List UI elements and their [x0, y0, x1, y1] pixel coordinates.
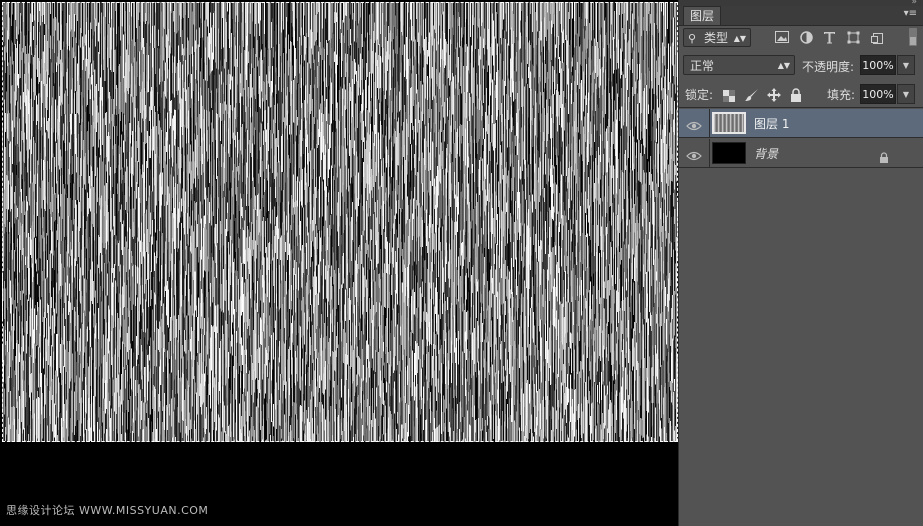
panel-tab-row: 图层 ▾≡ [679, 6, 923, 26]
layer-name[interactable]: 图层 1 [754, 115, 789, 132]
opacity-label: 不透明度: [802, 60, 855, 74]
watermark-text: 思缘设计论坛 WWW.MISSYUAN.COM [6, 504, 209, 517]
blend-mode-select[interactable]: 正常 ▲▼ [683, 55, 795, 75]
fill-dropdown-button[interactable]: ▼ [897, 84, 915, 104]
layer-filter-row: ⚲ 类型 ▲▼ [679, 26, 923, 50]
layer-thumbnail [712, 142, 746, 164]
eye-visibility-icon[interactable] [686, 147, 702, 161]
smart-object-filter-icon[interactable] [869, 29, 885, 45]
filter-kind-label: 类型 [704, 31, 729, 45]
updown-arrows-icon: ▲▼ [733, 34, 746, 43]
lock-transparency-icon[interactable] [723, 87, 737, 102]
layer-row-background[interactable]: 背景 [679, 139, 923, 168]
layer-thumbnail [712, 112, 746, 134]
layers-list: 图层 1 背景 [679, 109, 923, 169]
lock-all-icon[interactable] [790, 87, 804, 102]
filter-toggle-switch[interactable] [909, 28, 917, 46]
lock-position-move-icon[interactable] [767, 87, 781, 102]
pixel-layer-filter-icon[interactable] [774, 29, 790, 45]
lock-fill-row: 锁定: 填充: 100% ▼ [679, 81, 923, 108]
lock-icon [879, 148, 889, 163]
layer-row-layer-1[interactable]: 图层 1 [679, 109, 923, 138]
opacity-dropdown-button[interactable]: ▼ [897, 55, 915, 75]
rain-noise-texture [2, 2, 678, 442]
fill-label: 填充: [827, 88, 856, 102]
blend-mode-label: 正常 [690, 59, 715, 73]
blend-opacity-row: 正常 ▲▼ 不透明度: 100% ▼ [679, 53, 923, 79]
opacity-input[interactable]: 100% [860, 55, 896, 75]
layer-name[interactable]: 背景 [754, 145, 778, 162]
shape-layer-filter-icon[interactable] [845, 29, 861, 45]
fill-input[interactable]: 100% [860, 84, 896, 104]
tab-layers[interactable]: 图层 [683, 6, 722, 25]
updown-arrows-icon: ▲▼ [777, 61, 790, 70]
filter-kind-select[interactable]: ⚲ 类型 ▲▼ [683, 28, 751, 47]
layer-divider [709, 109, 710, 137]
panel-menu-icon[interactable]: ▾≡ [904, 8, 917, 19]
lock-pixels-brush-icon[interactable] [745, 87, 759, 101]
document-canvas[interactable]: 思缘设计论坛 WWW.MISSYUAN.COM [0, 0, 678, 526]
type-layer-filter-icon[interactable] [821, 29, 837, 45]
layer-divider [709, 139, 710, 167]
layers-panel: » 图层 ▾≡ ⚲ 类型 ▲▼ 正常 ▲▼ 不透明度: 100% ▼ 锁定: 填… [678, 0, 923, 526]
eye-visibility-icon[interactable] [686, 117, 702, 131]
search-icon: ⚲ [688, 32, 697, 45]
lock-label: 锁定: [685, 88, 714, 102]
adjustment-layer-filter-icon[interactable] [798, 29, 814, 45]
